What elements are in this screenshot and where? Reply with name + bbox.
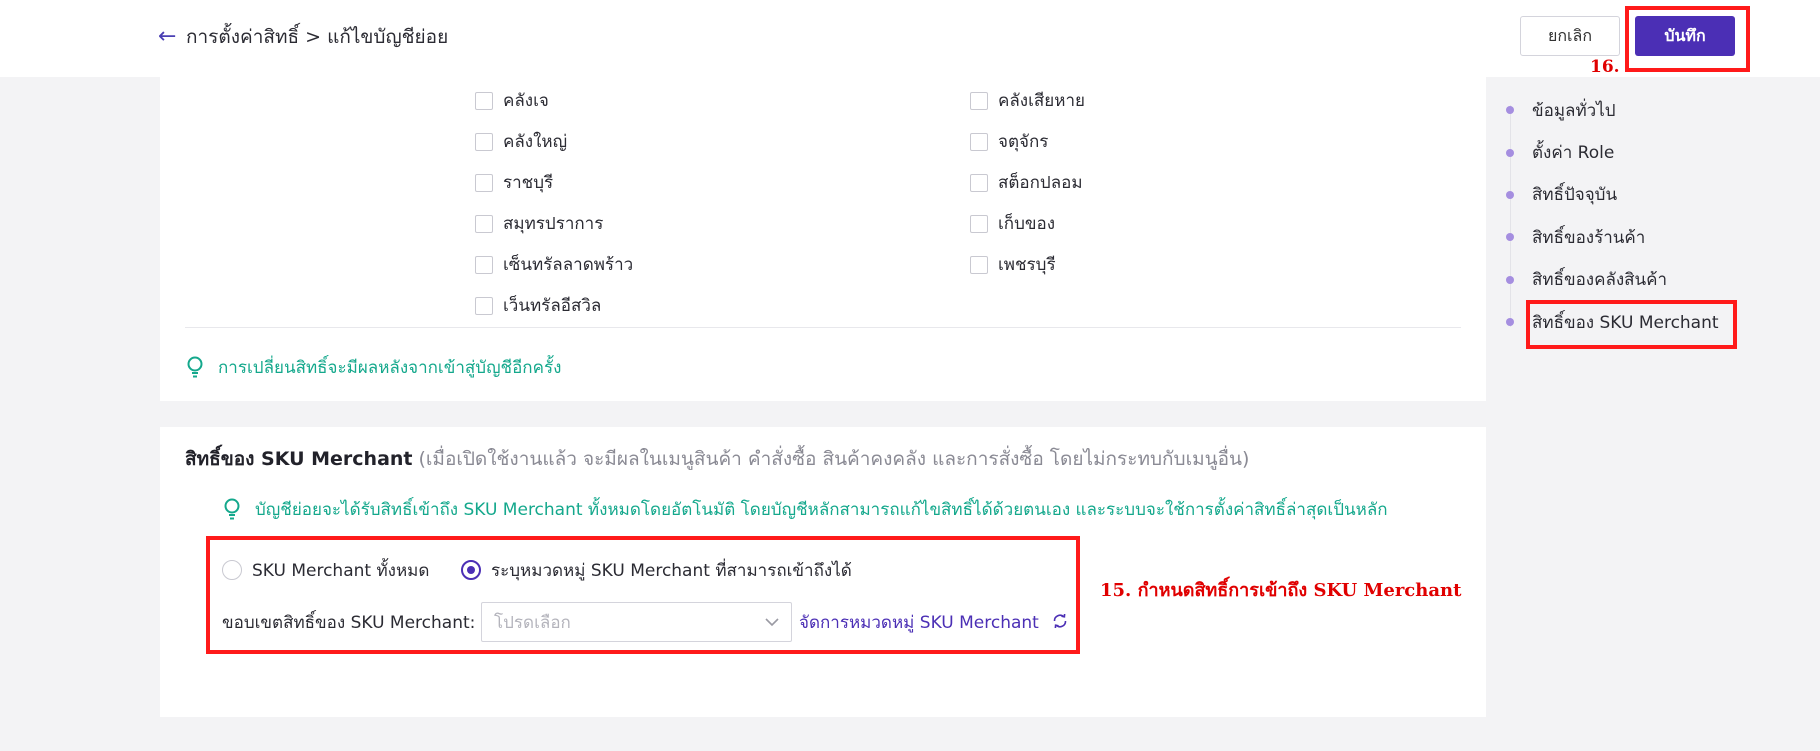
warehouse-list-right: คลังเสียหาย จตุจักร สต็อกปลอม เก็บของ เพ… — [970, 80, 1085, 285]
scope-label: ขอบเขตสิทธิ์ของ SKU Merchant: — [222, 613, 476, 633]
radio-all-sku[interactable]: SKU Merchant ทั้งหมด — [222, 557, 429, 583]
warehouse-label: เซ็นทรัลลาดพร้าว — [503, 255, 634, 275]
nav-dot — [1506, 106, 1514, 115]
warehouse-label: คลังเจ — [503, 91, 549, 111]
arrow-left-icon[interactable]: ← — [158, 22, 176, 52]
checkbox[interactable] — [970, 255, 988, 274]
sku-step-annotation: 15. กำหนดสิทธิ์การเข้าถึง SKU Merchant — [1100, 580, 1462, 601]
warehouse-label: เว็นทรัลอีสวิล — [503, 296, 602, 316]
sku-section-header: สิทธิ์ของ SKU Merchant (เมื่อเปิดใช้งานแล… — [185, 444, 1249, 474]
save-highlight-box — [1625, 6, 1750, 72]
manage-sku-category-link[interactable]: จัดการหมวดหมู่ SKU Merchant — [799, 609, 1039, 636]
warehouse-checkbox-item[interactable]: คลังเสียหาย — [970, 80, 1085, 121]
checkbox[interactable] — [475, 91, 493, 110]
warehouse-checkbox-item[interactable]: เซ็นทรัลลาดพร้าว — [475, 244, 633, 285]
sku-tip: บัญชีย่อยจะได้รับสิทธิ์เข้าถึง SKU Merch… — [223, 496, 1388, 522]
warehouse-checkbox-item[interactable]: ราชบุรี — [475, 162, 633, 203]
warehouse-checkbox-item[interactable]: เพชรบุรี — [970, 244, 1085, 285]
cancel-button[interactable]: ยกเลิก — [1520, 16, 1620, 56]
nav-dot — [1506, 148, 1514, 157]
checkbox[interactable] — [970, 91, 988, 110]
checkbox[interactable] — [475, 173, 493, 192]
warehouse-checkbox-item[interactable]: จตุจักร — [970, 121, 1085, 162]
warehouse-label: สมุทรปราการ — [503, 214, 604, 234]
checkbox[interactable] — [475, 255, 493, 274]
warehouse-checkbox-item[interactable]: คลังเจ — [475, 80, 633, 121]
section-title: สิทธิ์ของ SKU Merchant — [185, 448, 413, 470]
radio-all-label: SKU Merchant ทั้งหมด — [252, 560, 430, 581]
side-nav-label: สิทธิ์ของคลังสินค้า — [1532, 270, 1668, 291]
side-nav-item[interactable]: สิทธิ์ของคลังสินค้า — [1506, 259, 1719, 301]
checkbox[interactable] — [970, 132, 988, 151]
lightbulb-icon — [223, 498, 241, 520]
checkbox[interactable] — [475, 214, 493, 233]
side-nav-label: ข้อมูลทั่วไป — [1532, 100, 1616, 121]
radio-button-selected[interactable] — [461, 560, 481, 580]
checkbox[interactable] — [475, 296, 493, 315]
save-step-annotation: 16. — [1590, 57, 1620, 77]
breadcrumb: การตั้งค่าสิทธิ์ > แก้ไขบัญชีย่อย — [186, 26, 449, 48]
lightbulb-icon — [186, 356, 204, 378]
side-nav-label: สิทธิ์ปัจจุบัน — [1532, 185, 1618, 206]
side-nav-label: สิทธิ์ของร้านค้า — [1532, 227, 1646, 248]
nav-dot — [1506, 233, 1514, 242]
sku-tip-text: บัญชีย่อยจะได้รับสิทธิ์เข้าถึง SKU Merch… — [255, 499, 1388, 520]
checkbox[interactable] — [970, 173, 988, 192]
warehouse-label: คลังใหญ่ — [503, 132, 568, 152]
warehouse-label: เพชรบุรี — [998, 255, 1056, 275]
chevron-down-icon — [765, 612, 779, 632]
radio-specific-label: ระบุหมวดหมู่ SKU Merchant ที่สามารถเข้าถ… — [491, 560, 852, 581]
warehouse-label: ราชบุรี — [503, 173, 554, 193]
warehouse-tip-text: การเปลี่ยนสิทธิ์จะมีผลหลังจากเข้าสู่บัญช… — [218, 357, 562, 378]
refresh-icon[interactable] — [1051, 612, 1069, 630]
radio-specific-sku[interactable]: ระบุหมวดหมู่ SKU Merchant ที่สามารถเข้าถ… — [461, 557, 852, 583]
warehouse-checkbox-item[interactable]: เว็นทรัลอีสวิล — [475, 285, 633, 326]
sku-category-select[interactable]: โปรดเลือก — [481, 602, 792, 642]
warehouse-checkbox-item[interactable]: คลังใหญ่ — [475, 121, 633, 162]
radio-button[interactable] — [222, 560, 242, 580]
nav-dot — [1506, 190, 1514, 199]
warehouse-checkbox-item[interactable]: สต็อกปลอม — [970, 162, 1085, 203]
side-nav-item[interactable]: ตั้งค่า Role — [1506, 131, 1719, 173]
nav-dot — [1506, 275, 1514, 284]
warehouse-checkbox-item[interactable]: เก็บของ — [970, 203, 1085, 244]
select-placeholder: โปรดเลือก — [494, 612, 571, 633]
side-nav-item[interactable]: สิทธิ์ของร้านค้า — [1506, 216, 1719, 258]
section-divider — [185, 327, 1461, 328]
warehouse-permission-card — [160, 77, 1486, 401]
checkbox[interactable] — [475, 132, 493, 151]
side-nav-highlight-box — [1526, 300, 1737, 349]
nav-dot — [1506, 318, 1514, 327]
side-nav-label: ตั้งค่า Role — [1532, 143, 1615, 164]
warehouse-tip: การเปลี่ยนสิทธิ์จะมีผลหลังจากเข้าสู่บัญช… — [186, 354, 561, 380]
checkbox[interactable] — [970, 214, 988, 233]
section-description: (เมื่อเปิดใช้งานแล้ว จะมีผลในเมนูสินค้า … — [418, 448, 1250, 470]
side-nav-item[interactable]: ข้อมูลทั่วไป — [1506, 89, 1719, 131]
warehouse-label: คลังเสียหาย — [998, 91, 1085, 111]
warehouse-label: สต็อกปลอม — [998, 173, 1083, 193]
warehouse-checkbox-item[interactable]: สมุทรปราการ — [475, 203, 633, 244]
side-nav-item[interactable]: สิทธิ์ปัจจุบัน — [1506, 174, 1719, 216]
warehouse-label: จตุจักร — [998, 132, 1049, 152]
warehouse-list-left: คลังเจ คลังใหญ่ ราชบุรี สมุทรปราการ เซ็น… — [475, 80, 633, 326]
warehouse-label: เก็บของ — [998, 214, 1056, 234]
